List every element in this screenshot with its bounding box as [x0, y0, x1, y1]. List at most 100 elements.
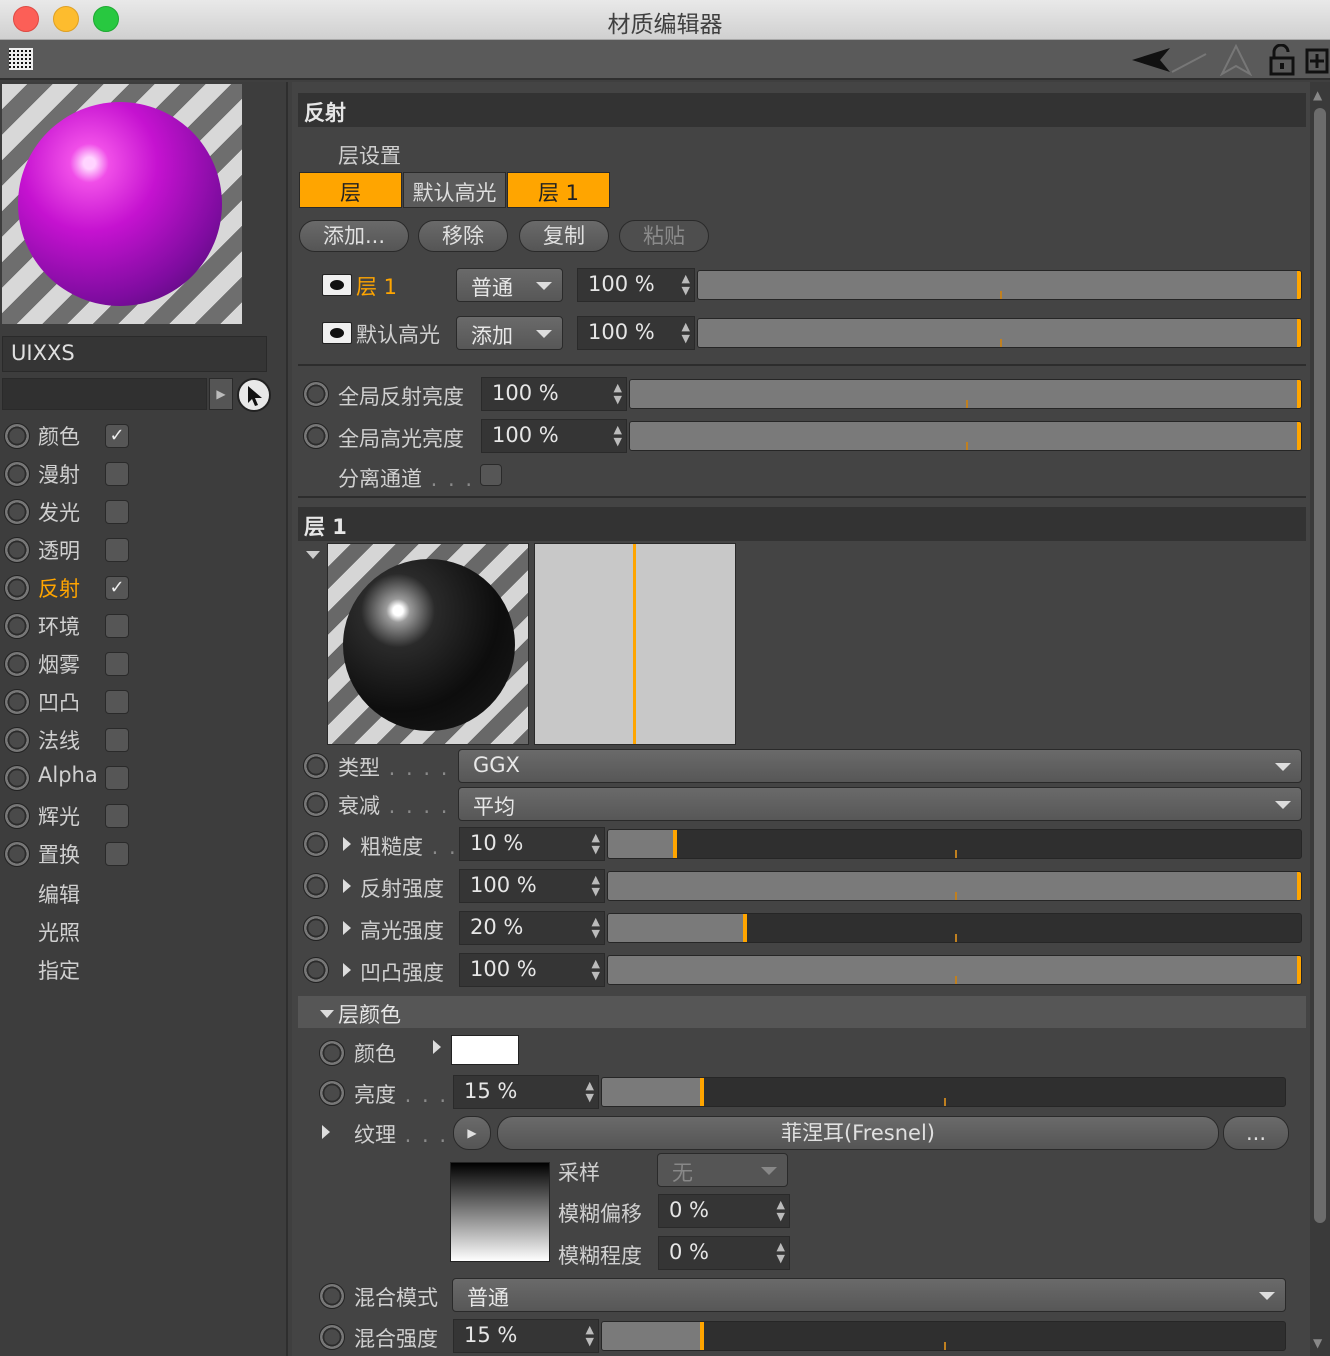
bump-strength-radio[interactable] — [303, 957, 329, 983]
brightness-input[interactable]: 15 % ▲ ▼ — [453, 1075, 599, 1109]
scroll-up-icon[interactable]: ▲ — [1313, 88, 1322, 102]
channel-radio[interactable] — [4, 803, 30, 829]
channel-label[interactable]: 环境 — [38, 611, 80, 641]
collapse-preview-icon[interactable] — [306, 551, 320, 559]
stepper-icon[interactable]: ▲ ▼ — [586, 1080, 594, 1104]
brightness-slider[interactable] — [601, 1077, 1286, 1107]
reflect-strength-radio[interactable] — [303, 873, 329, 899]
spec-strength-slider[interactable] — [607, 913, 1302, 943]
channel-label[interactable]: 反射 — [38, 573, 80, 603]
default-spec-strength-input[interactable]: 100 % ▲ ▼ — [577, 316, 695, 350]
sidebar-item-channel[interactable]: 环境 — [0, 608, 286, 644]
stepper-icon[interactable]: ▲ ▼ — [777, 1199, 785, 1223]
global-spec-radio[interactable] — [303, 423, 329, 449]
stepper-icon[interactable]: ▲ ▼ — [592, 832, 600, 856]
forward-arrow-icon[interactable] — [1170, 44, 1210, 76]
channel-label[interactable]: 凹凸 — [38, 687, 80, 717]
roughness-radio[interactable] — [303, 831, 329, 857]
layer-1-visibility-eye-icon[interactable] — [322, 274, 352, 296]
global-spec-slider[interactable] — [629, 421, 1302, 451]
sidebar-item-channel[interactable]: 颜色 ✓ — [0, 418, 286, 454]
blend-mode-dropdown[interactable]: 普通 — [452, 1278, 1286, 1312]
expand-spec-strength-icon[interactable] — [343, 921, 351, 935]
stepper-icon[interactable]: ▲ ▼ — [592, 916, 600, 940]
global-reflect-input[interactable]: 100 % ▲ ▼ — [481, 377, 627, 411]
collapse-layer-color-icon[interactable] — [320, 1010, 334, 1018]
material-name-field[interactable]: UIXXS — [2, 336, 267, 372]
channel-label[interactable]: 漫射 — [38, 459, 80, 489]
blend-strength-slider[interactable] — [601, 1321, 1286, 1351]
stepper-icon[interactable]: ▲ ▼ — [592, 958, 600, 982]
channel-label[interactable]: 发光 — [38, 497, 80, 527]
sidebar-item-channel[interactable]: 反射 ✓ — [0, 570, 286, 606]
channel-radio[interactable] — [4, 499, 30, 525]
material-preview[interactable] — [2, 84, 242, 324]
bump-strength-input[interactable]: 100 % ▲ ▼ — [459, 953, 605, 987]
default-spec-strength-slider[interactable] — [697, 318, 1302, 348]
channel-radio[interactable] — [4, 613, 30, 639]
sidebar-item-channel[interactable]: 漫射 — [0, 456, 286, 492]
channel-enable-checkbox[interactable] — [105, 538, 129, 562]
channel-label[interactable]: 烟雾 — [38, 649, 80, 679]
channel-enable-checkbox[interactable] — [105, 728, 129, 752]
sidebar-item-channel[interactable]: 法线 — [0, 722, 286, 758]
expand-texture-icon[interactable] — [322, 1125, 330, 1139]
channel-label[interactable]: 置换 — [38, 839, 80, 869]
sidebar-item-channel[interactable]: 辉光 — [0, 798, 286, 834]
layer-row-name[interactable]: 默认高光 — [356, 319, 440, 349]
channel-radio[interactable] — [4, 423, 30, 449]
layer-color-header[interactable]: 层颜色 — [298, 996, 1306, 1028]
blend-strength-radio[interactable] — [319, 1324, 345, 1350]
expand-roughness-icon[interactable] — [343, 837, 351, 851]
texture-more-button[interactable]: ... — [1223, 1116, 1289, 1150]
up-arrow-icon[interactable] — [1218, 44, 1254, 76]
tab-default-specular[interactable]: 默认高光 — [403, 172, 506, 208]
remove-layer-button[interactable]: 移除 — [418, 220, 508, 252]
bump-strength-slider[interactable] — [607, 955, 1302, 985]
channel-enable-checkbox[interactable] — [105, 842, 129, 866]
blur-offset-input[interactable]: 0 % ▲ ▼ — [658, 1194, 790, 1228]
sidebar-item-edit[interactable]: 编辑 — [38, 879, 80, 909]
attenuation-radio[interactable] — [303, 791, 329, 817]
spec-strength-input[interactable]: 20 % ▲ ▼ — [459, 911, 605, 945]
blend-strength-input[interactable]: 15 % ▲ ▼ — [453, 1319, 599, 1353]
layer-preview[interactable] — [327, 543, 529, 745]
global-spec-input[interactable]: 100 % ▲ ▼ — [481, 419, 627, 453]
material-search-field[interactable] — [2, 378, 207, 410]
brightness-radio[interactable] — [319, 1080, 345, 1106]
copy-layer-button[interactable]: 复制 — [519, 220, 609, 252]
type-radio[interactable] — [303, 753, 329, 779]
sidebar-item-illumination[interactable]: 光照 — [38, 917, 80, 947]
channel-radio[interactable] — [4, 461, 30, 487]
roughness-input[interactable]: 10 % ▲ ▼ — [459, 827, 605, 861]
roughness-slider[interactable] — [607, 829, 1302, 859]
scroll-down-icon[interactable]: ▼ — [1313, 1336, 1322, 1350]
global-reflect-slider[interactable] — [629, 379, 1302, 409]
layer-row-name[interactable]: 层 1 — [356, 271, 397, 301]
paste-layer-button[interactable]: 粘贴 — [619, 220, 709, 252]
channel-label[interactable]: Alpha — [38, 763, 98, 787]
default-spec-mode-dropdown[interactable]: 添加 — [456, 316, 563, 350]
texture-menu-button[interactable]: ▶ — [453, 1116, 491, 1150]
channel-radio[interactable] — [4, 651, 30, 677]
grid-menu-icon[interactable] — [9, 48, 33, 70]
channel-enable-checkbox[interactable] — [105, 500, 129, 524]
channel-enable-checkbox[interactable]: ✓ — [105, 424, 129, 448]
reflect-strength-slider[interactable] — [607, 871, 1302, 901]
channel-enable-checkbox[interactable] — [105, 804, 129, 828]
separate-pass-checkbox[interactable] — [480, 464, 502, 486]
stepper-icon[interactable]: ▲ ▼ — [682, 321, 690, 345]
channel-radio[interactable] — [4, 575, 30, 601]
channel-label[interactable]: 法线 — [38, 725, 80, 755]
channel-enable-checkbox[interactable] — [105, 690, 129, 714]
channel-enable-checkbox[interactable] — [105, 766, 129, 790]
sampling-dropdown[interactable]: 无 — [657, 1153, 788, 1187]
channel-radio[interactable] — [4, 841, 30, 867]
channel-enable-checkbox[interactable] — [105, 652, 129, 676]
sidebar-item-assign[interactable]: 指定 — [38, 955, 80, 985]
type-dropdown[interactable]: GGX — [458, 749, 1302, 783]
layer-1-mode-dropdown[interactable]: 普通 — [456, 268, 563, 302]
sidebar-item-channel[interactable]: 置换 — [0, 836, 286, 872]
channel-label[interactable]: 颜色 — [38, 421, 80, 451]
new-panel-icon[interactable] — [1305, 44, 1329, 76]
